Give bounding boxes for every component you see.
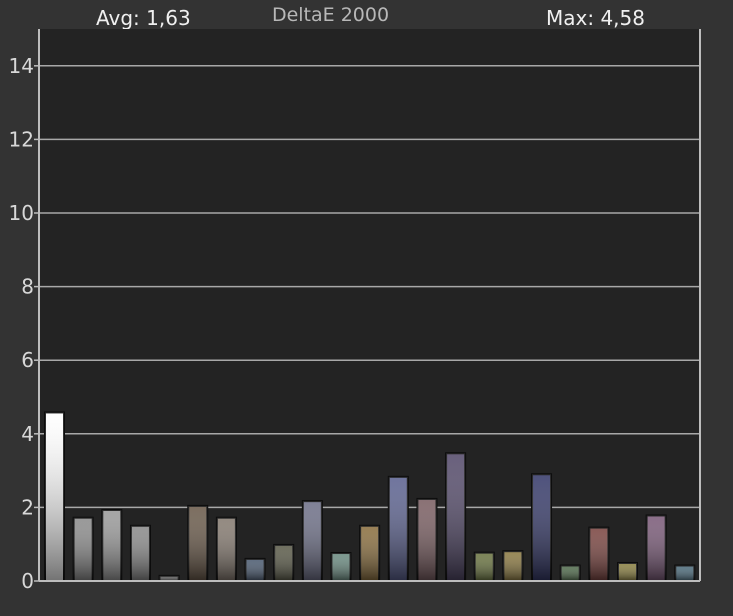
- bar-shading: [417, 498, 437, 581]
- y-tick-label: 12: [9, 127, 34, 151]
- y-tick-label: 2: [21, 495, 34, 519]
- bar-shading: [618, 562, 637, 581]
- bar-shading: [646, 515, 666, 581]
- y-tick-label: 14: [9, 54, 34, 78]
- bar-shading: [589, 527, 609, 581]
- bar-shading: [130, 525, 150, 581]
- bar-shading: [474, 552, 494, 581]
- bar-shading: [360, 525, 380, 581]
- y-tick-label: 0: [21, 569, 34, 593]
- y-tick-label: 4: [21, 422, 34, 446]
- bar-shading: [245, 558, 265, 581]
- bar-shading: [102, 509, 122, 581]
- bar-shading: [388, 476, 408, 581]
- bar-shading: [532, 474, 552, 581]
- bar-shading: [503, 551, 523, 581]
- bar-shading: [446, 453, 466, 581]
- bar-shading: [302, 501, 322, 581]
- bar-shading: [675, 565, 695, 581]
- y-tick-label: 6: [21, 348, 34, 372]
- bar-shading: [560, 565, 580, 581]
- y-tick-label: 8: [21, 275, 34, 299]
- bar-shading: [331, 553, 351, 581]
- bar-shading: [216, 517, 236, 581]
- bar-chart: 0 2 4 6 8 10 12 14: [9, 29, 701, 593]
- plot-area: [39, 29, 700, 581]
- bar-shading: [45, 412, 64, 581]
- bar-shading: [274, 544, 294, 581]
- y-tick-label: 10: [9, 201, 34, 225]
- bar-shading: [73, 517, 93, 581]
- bar-shading: [188, 505, 208, 581]
